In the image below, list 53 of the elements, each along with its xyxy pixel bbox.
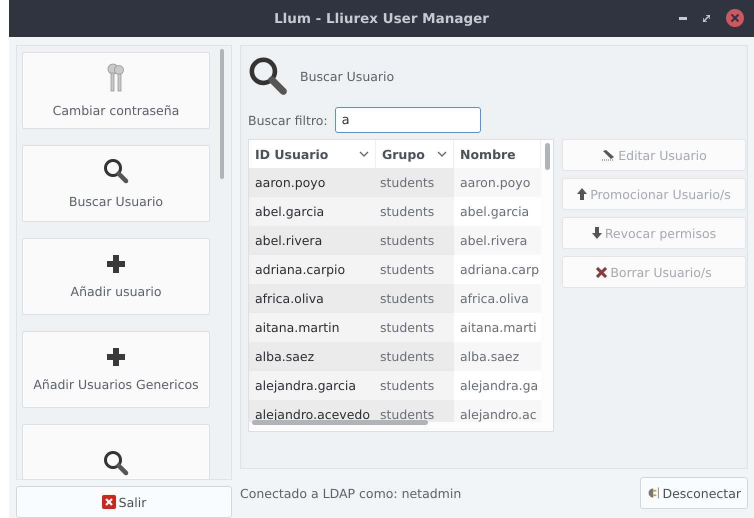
scrollbar-thumb[interactable] <box>545 143 550 170</box>
sidebar-item[interactable]: Cambiar contraseña <box>22 52 210 129</box>
table-cell: abel.garcia <box>249 197 376 226</box>
table-cell: alba.saez <box>249 342 376 371</box>
status-text: Conectado a LDAP como: netadmin <box>240 486 462 501</box>
arrow-up-icon <box>577 188 588 200</box>
table-cell: students <box>376 168 454 197</box>
table-cell: students <box>376 342 454 371</box>
table-cell: alba.saez <box>454 342 541 371</box>
table-cell: aaron.poyo <box>249 168 376 197</box>
table-cell: students <box>376 226 454 255</box>
sort-chevron-icon[interactable] <box>437 151 447 157</box>
close-icon <box>102 495 116 510</box>
panel-title: Buscar Usuario <box>300 68 394 84</box>
plus-icon <box>106 347 126 367</box>
search-icon <box>103 158 129 184</box>
pencil-icon <box>601 149 616 161</box>
table-cell: abel.rivera <box>454 226 541 255</box>
table-cell: aitana.martin <box>249 313 376 342</box>
filter-field[interactable]: a <box>334 107 481 133</box>
table-cell: aaron.poyo <box>454 168 541 197</box>
disconnect-button[interactable]: Desconectar <box>640 477 748 510</box>
scrollbar-thumb[interactable] <box>252 420 428 425</box>
sidebar-item[interactable]: Añadir usuario <box>22 238 210 315</box>
table-cell: students <box>376 255 454 284</box>
sidebar-item[interactable]: Añadir Usuarios Genericos <box>22 331 210 408</box>
search-icon <box>103 450 129 476</box>
table-cell: adriana.carpio <box>249 255 376 284</box>
search-icon <box>248 56 288 96</box>
table-cell: students <box>376 400 454 422</box>
filter-label: Buscar filtro: <box>248 112 328 128</box>
sidebar-item[interactable]: Buscar Usuario <box>22 145 210 222</box>
arrow-down-icon <box>592 227 602 239</box>
exit-button[interactable]: Salir <box>16 486 232 518</box>
table-cell: alejandro.ac <box>454 400 541 422</box>
scrollbar-thumb[interactable] <box>220 49 224 179</box>
table-cell: students <box>376 197 454 226</box>
plug-icon <box>647 486 660 500</box>
table-cell: students <box>376 313 454 342</box>
table-cell: africa.oliva <box>249 284 376 313</box>
sort-chevron-icon[interactable] <box>359 151 369 157</box>
close-icon[interactable] <box>726 9 744 27</box>
plus-icon <box>106 254 126 274</box>
table-cell: africa.oliva <box>454 284 541 313</box>
window-title: Llum - Lliurex User Manager <box>274 10 489 26</box>
maximize-icon[interactable] <box>703 14 710 22</box>
table-cell: students <box>376 284 454 313</box>
table-cell: alejandro.acevedo <box>249 400 376 422</box>
cross-icon <box>596 266 608 278</box>
table-cell: abel.rivera <box>249 226 376 255</box>
minimize-icon[interactable] <box>679 16 687 20</box>
table-cell: students <box>376 371 454 400</box>
table-cell: alejandra.garcia <box>249 371 376 400</box>
